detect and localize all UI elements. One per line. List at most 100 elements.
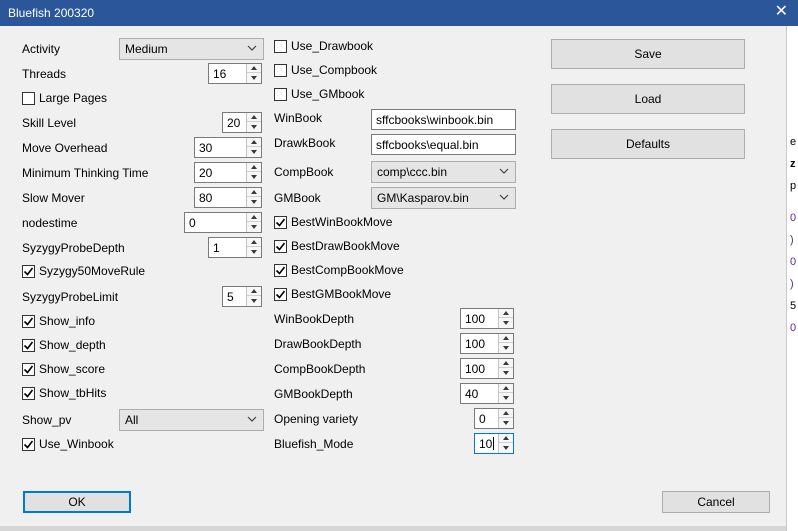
spin-down-icon[interactable] [499,393,513,402]
chevron-down-icon [247,416,257,422]
title-bar: Bluefish 200320 ✕ [0,0,798,26]
drawkbook-label: DrawkBook [274,136,336,150]
drawkbook-value: sffcbooks\equal.bin [376,138,479,152]
move-overhead-spinbox[interactable]: 30 [194,137,262,158]
spin-up-icon[interactable] [499,384,513,393]
spin-down-icon[interactable] [247,172,261,181]
show-pv-value: All [125,413,139,427]
background-text: 5 [790,300,797,312]
spin-down-icon[interactable] [499,368,513,377]
spin-up-icon[interactable] [247,188,261,197]
checkbox-box [22,363,35,376]
best-compbook-move-label: BestCompBookMove [291,263,404,277]
skill-level-spinbox[interactable]: 20 [222,112,262,133]
winbook-depth-value: 100 [465,312,486,326]
use-compbook-label: Use_Compbook [291,63,378,77]
gmbook-depth-spinbox[interactable]: 40 [460,383,514,404]
spin-up-icon[interactable] [247,138,261,147]
syzygy-probe-limit-spinbox[interactable]: 5 [222,286,262,307]
checkmark-icon [23,365,34,374]
spin-down-icon[interactable] [247,197,261,206]
background-text: e [790,136,797,148]
show-depth-label: Show_depth [39,338,106,352]
spin-down-icon[interactable] [247,247,261,256]
show-pv-dropdown[interactable]: All [119,409,264,431]
close-icon[interactable]: ✕ [775,3,788,21]
load-button[interactable]: Load [551,84,745,114]
gmbook-depth-value: 40 [465,387,479,401]
nodestime-label: nodestime [22,216,78,230]
spin-down-icon[interactable] [499,418,513,427]
use-winbook-label: Use_Winbook [39,437,114,451]
checkbox-box [274,264,287,277]
compbook-label: CompBook [274,165,334,179]
winbook-input[interactable]: sffcbooks\winbook.bin [371,109,516,130]
opening-variety-spinbox[interactable]: 0 [474,408,514,429]
syzygy50-label: Syzygy50MoveRule [39,264,146,278]
nodestime-value: 0 [189,216,196,230]
spin-down-icon[interactable] [499,343,513,352]
spin-down-icon[interactable] [247,73,261,82]
spin-up-icon[interactable] [499,359,513,368]
cancel-button[interactable]: Cancel [662,491,770,513]
slow-mover-spinbox[interactable]: 80 [194,187,262,208]
spin-up-icon[interactable] [499,409,513,418]
winbook-depth-spinbox[interactable]: 100 [460,308,514,329]
checkmark-icon [275,266,286,275]
checkmark-icon [23,389,34,398]
checkbox-box [274,88,287,101]
syzygy-probe-depth-spinbox[interactable]: 1 [208,237,262,258]
gmbook-value: GM\Kasparov.bin [377,191,469,205]
spin-up-icon[interactable] [499,434,513,443]
checkmark-icon [275,242,286,251]
compbook-value: comp\ccc.bin [377,165,448,179]
activity-dropdown[interactable]: Medium [119,38,264,60]
checkbox-box [22,438,35,451]
show-tbhits-label: Show_tbHits [39,386,107,400]
background-bottom-strip [0,526,786,531]
spin-up-icon[interactable] [499,334,513,343]
spin-up-icon[interactable] [247,238,261,247]
spin-down-icon[interactable] [499,443,513,452]
nodestime-spinbox[interactable]: 0 [184,212,262,233]
threads-spinbox[interactable]: 16 [208,63,262,84]
background-text: ) [790,278,794,290]
checkbox-box [274,64,287,77]
threads-label: Threads [22,67,67,81]
compbook-dropdown[interactable]: comp\ccc.bin [371,161,516,183]
min-thinking-time-value: 20 [199,166,213,180]
ok-button[interactable]: OK [23,491,131,513]
bluefish-mode-label: Bluefish_Mode [274,437,354,451]
defaults-button[interactable]: Defaults [551,129,745,159]
checkbox-box [22,387,35,400]
drawbook-depth-label: DrawBookDepth [274,337,362,351]
spin-up-icon[interactable] [247,64,261,73]
syzygy-probe-limit-value: 5 [227,290,234,304]
drawbook-depth-spinbox[interactable]: 100 [460,333,514,354]
chevron-down-icon [499,194,509,200]
background-text: ) [790,234,794,246]
spin-up-icon[interactable] [247,113,261,122]
background-text: 0 [790,212,797,224]
gmbook-dropdown[interactable]: GM\Kasparov.bin [371,187,516,209]
spin-down-icon[interactable] [247,296,261,305]
use-gmbook-label: Use_GMbook [291,87,365,101]
spin-down-icon[interactable] [247,222,261,231]
spin-down-icon[interactable] [247,122,261,131]
min-thinking-time-spinbox[interactable]: 20 [194,162,262,183]
bluefish-mode-spinbox[interactable]: 10 [474,433,514,454]
compbook-depth-spinbox[interactable]: 100 [460,358,514,379]
spin-up-icon[interactable] [247,287,261,296]
spin-down-icon[interactable] [247,147,261,156]
compbook-depth-label: CompBookDepth [274,362,366,376]
use-drawbook-label: Use_Drawbook [291,39,374,53]
gmbook-depth-label: GMBookDepth [274,387,353,401]
drawkbook-input[interactable]: sffcbooks\equal.bin [371,134,516,155]
chevron-down-icon [499,168,509,174]
save-button[interactable]: Save [551,39,745,69]
spin-up-icon[interactable] [499,309,513,318]
spin-up-icon[interactable] [247,213,261,222]
show-pv-label: Show_pv [22,413,72,427]
spin-down-icon[interactable] [499,318,513,327]
spin-up-icon[interactable] [247,163,261,172]
